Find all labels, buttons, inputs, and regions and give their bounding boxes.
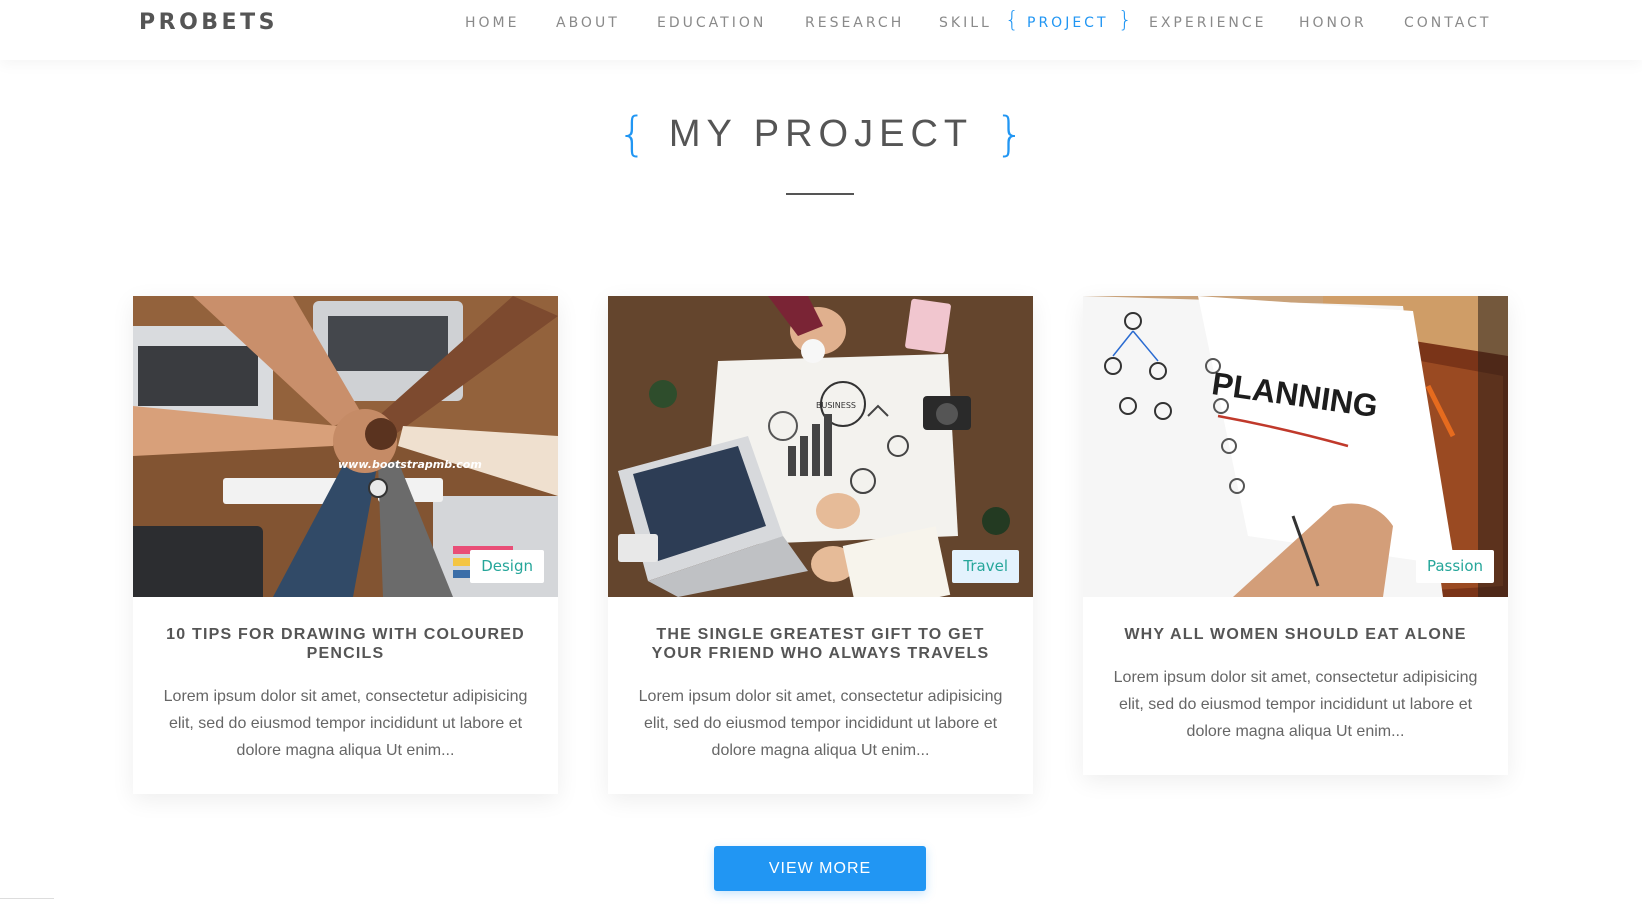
tag-badge-passion[interactable]: Passion: [1415, 550, 1494, 583]
nav-active-brace-close: }: [1118, 8, 1132, 33]
card-body: THE SINGLE GREATEST GIFT TO GET YOUR FRI…: [608, 597, 1033, 794]
nav-item-experience[interactable]: EXPERIENCE: [1149, 12, 1267, 34]
heading-brace-open: {: [617, 107, 647, 161]
card-title[interactable]: 10 TIPS FOR DRAWING WITH COLOURED PENCIL…: [155, 625, 536, 663]
nav-item-education[interactable]: EDUCATION: [657, 12, 766, 34]
project-card-1[interactable]: www.bootstrapmb.com Design 10 TIPS FOR D…: [133, 296, 558, 794]
tag-badge-travel[interactable]: Travel: [952, 550, 1019, 583]
card-title[interactable]: THE SINGLE GREATEST GIFT TO GET YOUR FRI…: [630, 625, 1011, 663]
card-image-planning[interactable]: PLANNING Passion: [1083, 296, 1508, 597]
card-excerpt: Lorem ipsum dolor sit amet, consectetur …: [638, 688, 1003, 759]
doodle-label: BUSINESS: [816, 401, 856, 410]
title-divider: [786, 193, 854, 195]
card-body: WHY ALL WOMEN SHOULD EAT ALONE Lorem ips…: [1083, 597, 1508, 775]
section-title: MY PROJECT: [668, 113, 974, 155]
image-watermark: www.bootstrapmb.com: [338, 458, 482, 471]
nav-item-about[interactable]: ABOUT: [556, 12, 620, 34]
card-image-teamwork[interactable]: www.bootstrapmb.com Design: [133, 296, 558, 597]
nav-item-honor[interactable]: HONOR: [1299, 12, 1367, 34]
card-title[interactable]: WHY ALL WOMEN SHOULD EAT ALONE: [1105, 625, 1486, 644]
view-more-button[interactable]: VIEW MORE: [714, 846, 926, 891]
nav-item-home[interactable]: HOME: [465, 12, 519, 34]
main-nav: HOME ABOUT EDUCATION RESEARCH SKILL { PR…: [0, 0, 1642, 46]
nav-item-skill[interactable]: SKILL: [939, 12, 992, 34]
nav-item-research[interactable]: RESEARCH: [805, 12, 904, 34]
project-card-2[interactable]: BUSINESS Travel THE SINGLE GREATEST GIFT…: [608, 296, 1033, 794]
heading-brace-close: }: [995, 107, 1025, 161]
top-navbar: PROBETS HOME ABOUT EDUCATION RESEARCH SK…: [0, 0, 1642, 60]
card-image-business[interactable]: BUSINESS Travel: [608, 296, 1033, 597]
nav-active-brace-open: {: [1005, 8, 1019, 33]
card-excerpt: Lorem ipsum dolor sit amet, consectetur …: [163, 688, 528, 759]
nav-item-project[interactable]: PROJECT: [1027, 12, 1109, 34]
section-heading: { MY PROJECT}: [0, 104, 1642, 164]
nav-item-contact[interactable]: CONTACT: [1404, 12, 1491, 34]
project-card-3[interactable]: PLANNING Passion WHY ALL WOMEN SHOULD EA…: [1083, 296, 1508, 775]
card-excerpt: Lorem ipsum dolor sit amet, consectetur …: [1113, 669, 1478, 740]
tag-badge-design[interactable]: Design: [470, 550, 544, 583]
card-body: 10 TIPS FOR DRAWING WITH COLOURED PENCIL…: [133, 597, 558, 794]
bottom-left-divider: [0, 898, 54, 899]
